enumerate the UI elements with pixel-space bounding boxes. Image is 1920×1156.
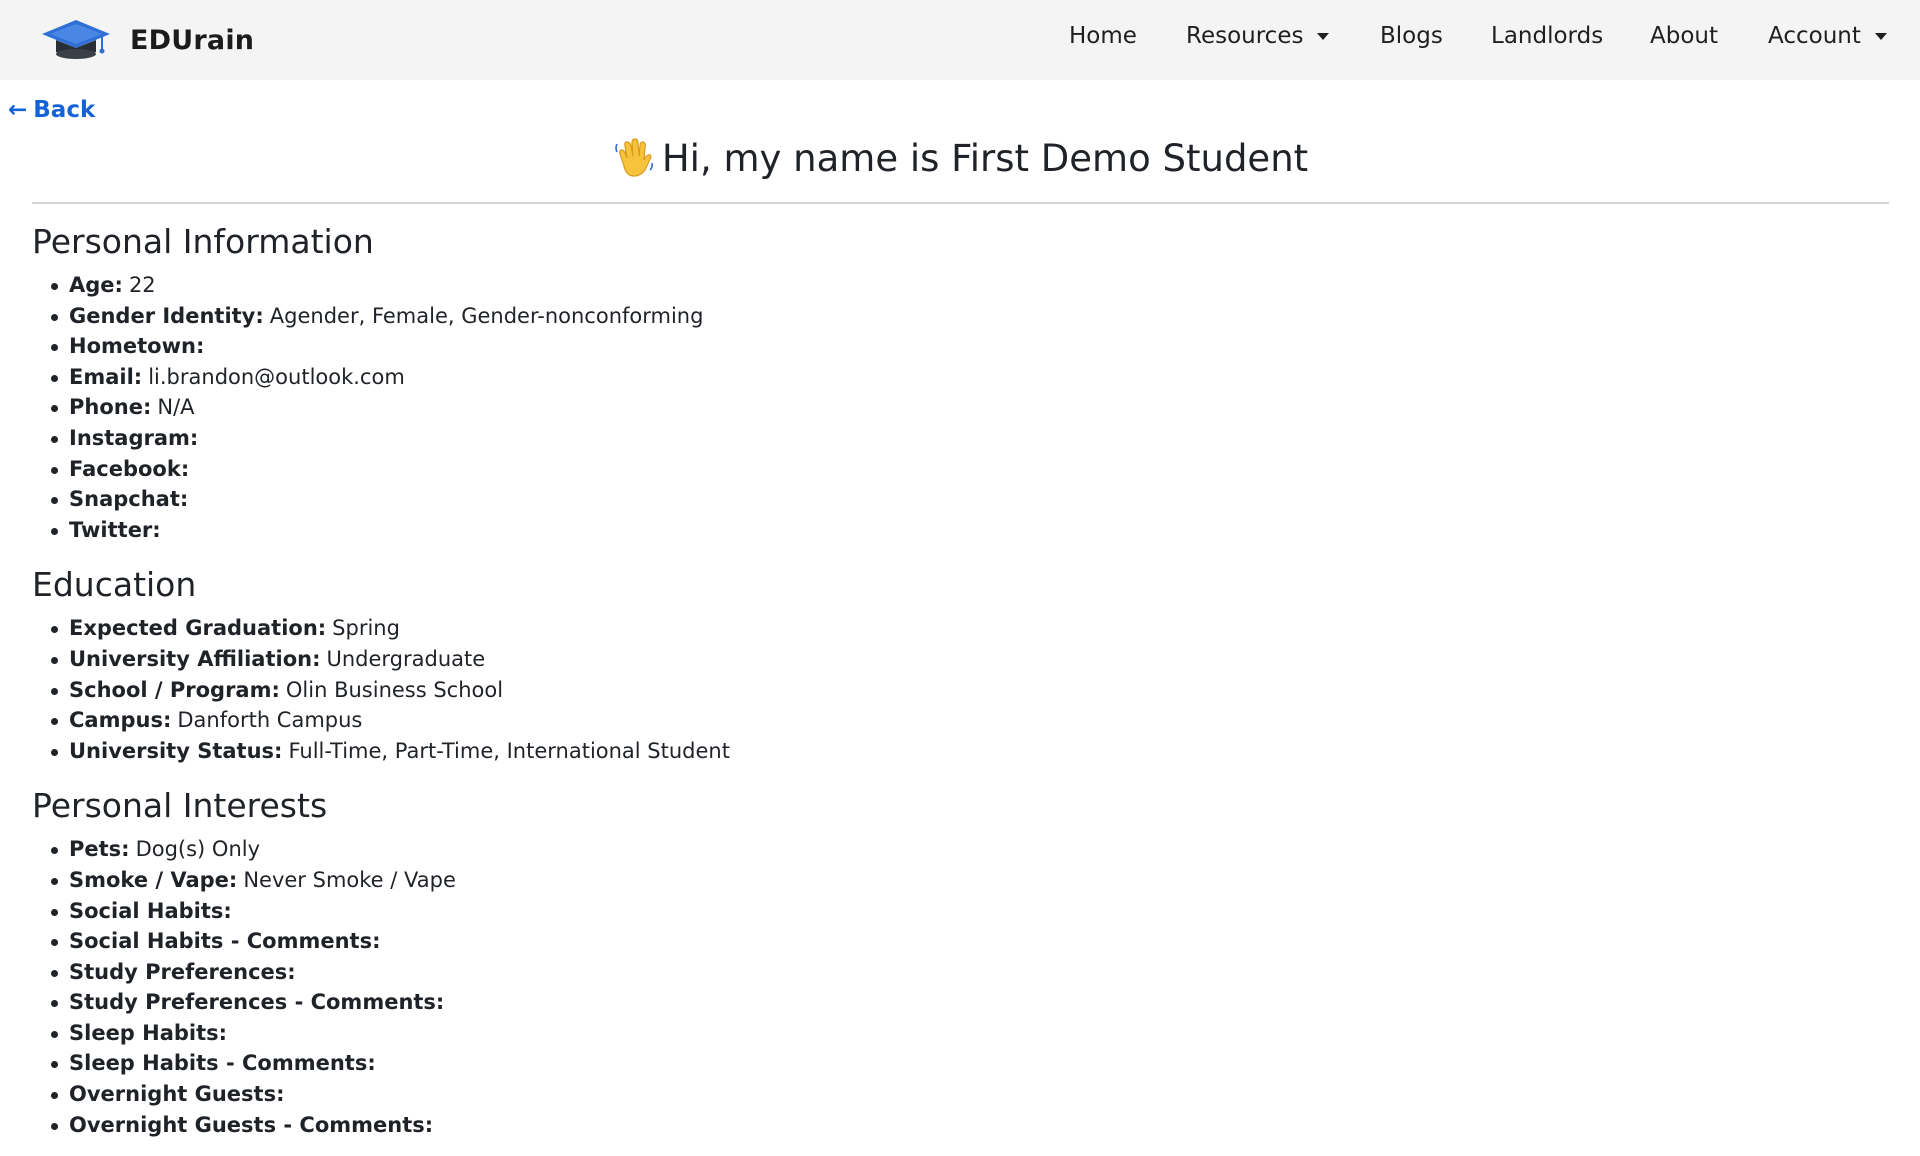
field-value: Full-Time, Part-Time, International Stud… xyxy=(288,738,730,763)
field-label: University Affiliation: xyxy=(69,646,321,671)
list-item: Campus: Danforth Campus xyxy=(32,705,1892,736)
field-label: Hometown: xyxy=(69,334,205,359)
field-value: Olin Business School xyxy=(285,677,504,702)
navbar: EDUrain Home Resources Blogs Landlords A… xyxy=(0,0,1920,80)
list-item: Sleep Habits - Comments: xyxy=(32,1048,1892,1079)
list-item: University Affiliation: Undergraduate xyxy=(32,644,1892,675)
field-label: Study Preferences - Comments: xyxy=(69,990,445,1015)
divider xyxy=(32,202,1889,204)
left-arrow-icon: ← xyxy=(8,97,28,123)
caret-down-icon xyxy=(1317,32,1330,40)
list-item: Expected Graduation: Spring xyxy=(32,613,1892,644)
education-list: Expected Graduation: Spring University Af… xyxy=(32,613,1892,766)
list-item: Social Habits: xyxy=(32,896,1892,927)
field-value: N/A xyxy=(157,395,195,420)
nav-account-dropdown[interactable]: Account xyxy=(1768,20,1887,52)
field-label: Expected Graduation: xyxy=(69,616,327,641)
list-item: Hometown: xyxy=(32,331,1892,362)
field-label: Pets: xyxy=(69,837,130,862)
list-item: Overnight Guests: xyxy=(32,1079,1892,1110)
nav-blogs-label: Blogs xyxy=(1380,23,1443,49)
nav-account-label: Account xyxy=(1768,23,1861,49)
field-label: Instagram: xyxy=(69,425,199,450)
list-item: Pets: Dog(s) Only xyxy=(32,834,1892,865)
list-item: Study Preferences - Comments: xyxy=(32,987,1892,1018)
section-title-interests: Personal Interests xyxy=(32,786,328,826)
interests-list: Pets: Dog(s) Only Smoke / Vape: Never Smok… xyxy=(32,834,1892,1140)
nav-blogs[interactable]: Blogs xyxy=(1380,20,1443,52)
list-item: Snapchat: xyxy=(32,484,1892,515)
field-label: Overnight Guests: xyxy=(69,1082,285,1107)
field-label: Snapchat: xyxy=(69,487,189,512)
list-item: Sleep Habits: xyxy=(32,1018,1892,1049)
list-item: Age: 22 xyxy=(32,270,1892,301)
field-label: Smoke / Vape: xyxy=(69,867,238,892)
list-item: Twitter: xyxy=(32,515,1892,546)
nav-resources-label: Resources xyxy=(1186,23,1304,49)
nav-about[interactable]: About xyxy=(1650,20,1718,52)
field-label: Facebook: xyxy=(69,456,190,481)
list-item: Email: li.brandon@outlook.com xyxy=(32,362,1892,393)
list-item: Social Habits - Comments: xyxy=(32,926,1892,957)
list-item: Smoke / Vape: Never Smoke / Vape xyxy=(32,865,1892,896)
field-label: Social Habits - Comments: xyxy=(69,929,381,954)
nav-home[interactable]: Home xyxy=(1069,20,1137,52)
profile-content: Personal Information Age: 22 Gender Ident… xyxy=(32,218,1892,1156)
list-item: Gender Identity: Agender, Female, Gender-… xyxy=(32,301,1892,332)
section-title-personal: Personal Information xyxy=(32,222,374,261)
list-item: Instagram: xyxy=(32,423,1892,454)
waving-hand-icon xyxy=(612,136,656,180)
field-label: Sleep Habits: xyxy=(69,1020,228,1045)
caret-down-icon xyxy=(1874,32,1887,40)
field-value: Spring xyxy=(332,616,400,641)
page-title: Hi, my name is First Demo Student xyxy=(0,136,1920,180)
list-item: Study Preferences: xyxy=(32,957,1892,988)
nav-landlords[interactable]: Landlords xyxy=(1491,20,1603,52)
field-value: li.brandon@outlook.com xyxy=(148,364,405,389)
field-label: Social Habits: xyxy=(69,898,232,923)
nav-resources-dropdown[interactable]: Resources xyxy=(1186,20,1330,52)
field-value: 22 xyxy=(128,273,156,297)
field-value: Undergraduate xyxy=(326,646,486,671)
field-label: Gender Identity: xyxy=(69,303,264,328)
list-item: Facebook: xyxy=(32,454,1892,485)
list-item: University Status: Full-Time, Part-Time, … xyxy=(32,736,1892,767)
field-value: Never Smoke / Vape xyxy=(243,867,456,892)
field-label: Overnight Guests - Comments: xyxy=(69,1112,434,1137)
list-item: Phone: N/A xyxy=(32,392,1892,423)
field-label: Twitter: xyxy=(69,517,161,542)
section-title-education: Education xyxy=(32,565,197,605)
field-label: Email: xyxy=(69,364,143,389)
nav-about-label: About xyxy=(1650,23,1719,49)
nav-landlords-label: Landlords xyxy=(1491,23,1604,49)
back-link[interactable]: ← Back xyxy=(8,97,95,123)
list-item: School / Program: Olin Business School xyxy=(32,675,1892,706)
list-item: Overnight Guests - Comments: xyxy=(32,1110,1892,1141)
field-label: School / Program: xyxy=(69,677,280,702)
graduation-cap-icon xyxy=(40,18,112,62)
field-label: Phone: xyxy=(69,395,152,420)
field-value: Agender, Female, Gender-nonconforming xyxy=(269,303,704,328)
field-label: Study Preferences: xyxy=(69,959,296,984)
field-label: Campus: xyxy=(69,708,172,733)
page-title-text: Hi, my name is First Demo Student xyxy=(661,136,1309,180)
field-value: Danforth Campus xyxy=(177,708,363,733)
field-label: Age: xyxy=(69,273,123,297)
brand-link[interactable]: EDUrain xyxy=(40,12,254,68)
field-label: Sleep Habits - Comments: xyxy=(69,1051,376,1076)
brand-name: EDUrain xyxy=(130,24,255,56)
field-label: University Status: xyxy=(69,738,283,763)
field-value: Dog(s) Only xyxy=(135,837,261,862)
personal-info-list: Age: 22 Gender Identity: Agender, Female, … xyxy=(32,270,1892,545)
nav-home-label: Home xyxy=(1069,23,1137,49)
back-label: Back xyxy=(33,97,96,123)
